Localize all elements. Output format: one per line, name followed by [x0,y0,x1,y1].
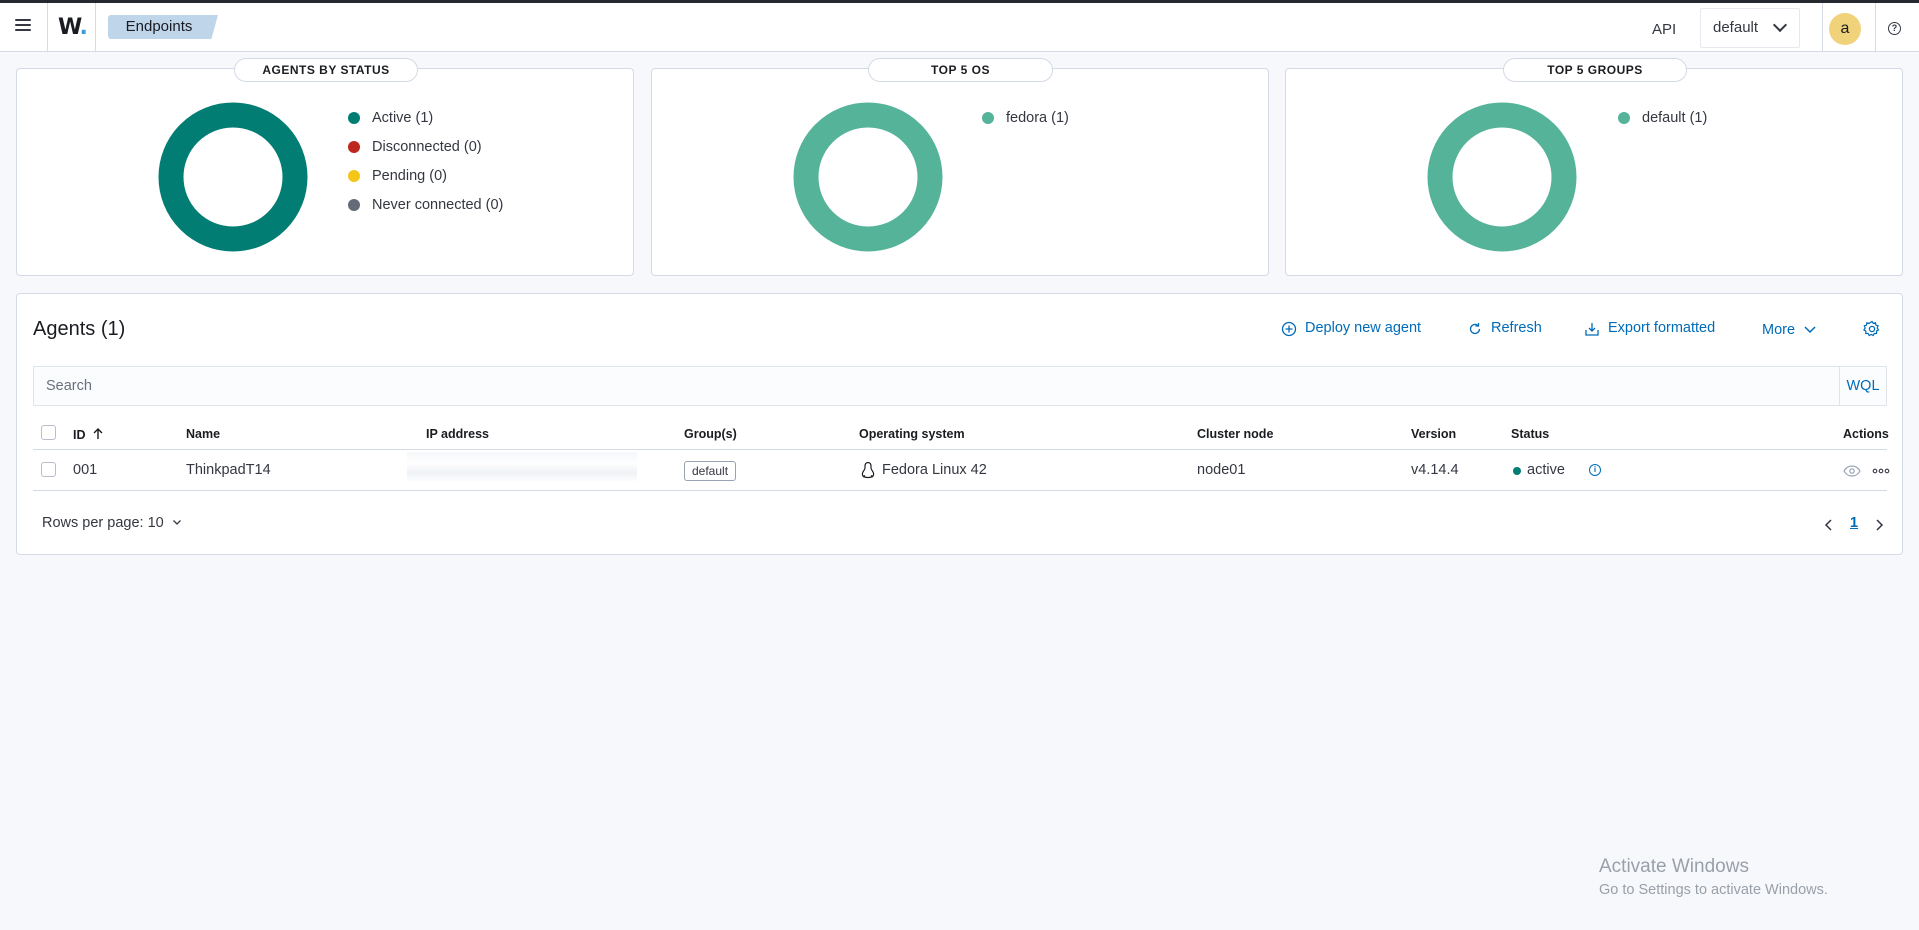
sort-ascending-icon [93,428,103,439]
legend-item-active[interactable]: Active (1) [348,109,503,138]
card-title: TOP 5 OS [868,58,1053,82]
plus-circle-icon [1281,321,1297,337]
table-row[interactable]: 001 ThinkpadT14 default Fedora Linux 42 … [33,450,1890,491]
rows-per-page-select[interactable]: Rows per page: 10 [42,515,181,531]
column-name[interactable]: Name [186,427,220,441]
next-page-icon[interactable] [1873,518,1885,532]
header-divider [47,3,48,52]
info-icon[interactable]: i [1589,464,1601,476]
top-os-card: TOP 5 OS fedora (1) [651,58,1269,276]
legend-swatch [982,112,994,124]
header-divider [1875,3,1876,52]
ring-default [1427,102,1577,252]
gear-icon[interactable] [1863,320,1881,338]
legend-swatch [348,112,360,124]
legend-item-disconnected[interactable]: Disconnected (0) [348,138,503,167]
help-icon[interactable]: ? [1888,22,1901,35]
column-status[interactable]: Status [1511,427,1549,441]
chevron-down-icon [1772,17,1788,33]
linux-icon [861,461,875,479]
ring-active [158,102,308,252]
legend-item-default[interactable]: default (1) [1618,109,1707,138]
environment-value: default [1713,19,1759,36]
cell-operating-system: Fedora Linux 42 [882,462,987,478]
column-version[interactable]: Version [1411,427,1456,441]
search-input[interactable] [34,367,1839,405]
header-divider [1822,3,1823,52]
cell-name: ThinkpadT14 [186,462,271,478]
card-title: AGENTS BY STATUS [234,58,418,82]
select-all-checkbox[interactable] [41,425,56,440]
legend-item-never-connected[interactable]: Never connected (0) [348,196,503,225]
column-ip-address[interactable]: IP address [426,427,489,441]
more-button[interactable]: More [1762,320,1816,338]
status-dot [1513,467,1521,475]
legend-swatch [348,199,360,211]
os-legend: fedora (1) [982,109,1069,138]
environment-select[interactable]: default [1700,8,1800,48]
cell-id: 001 [73,462,98,478]
card-title: TOP 5 GROUPS [1503,58,1687,82]
export-icon [1585,323,1599,336]
watermark-subtitle: Go to Settings to activate Windows. [1599,882,1828,898]
eye-icon[interactable] [1843,464,1861,478]
menu-icon[interactable] [10,16,36,38]
legend-swatch [348,170,360,182]
app-logo[interactable]: W. [58,15,88,40]
page-number-button[interactable]: 1 [1850,515,1858,531]
user-avatar[interactable]: a [1829,13,1861,45]
refresh-button[interactable]: Refresh [1467,320,1542,336]
groups-legend: default (1) [1618,109,1707,138]
status-legend: Active (1) Disconnected (0) Pending (0) … [348,109,503,225]
group-badge[interactable]: default [684,461,737,481]
redacted-ip-address [407,452,637,490]
cell-cluster-node: node01 [1197,462,1246,478]
header-divider [95,3,96,52]
legend-item-fedora[interactable]: fedora (1) [982,109,1069,138]
row-checkbox[interactable] [41,462,56,477]
column-cluster-node[interactable]: Cluster node [1197,427,1273,441]
legend-swatch [348,141,360,153]
table-header: ID Name IP address Group(s) Operating sy… [33,416,1889,450]
previous-page-icon[interactable] [1823,518,1835,532]
deploy-new-agent-button[interactable]: Deploy new agent [1281,320,1421,337]
api-selector[interactable]: API [1652,21,1676,38]
column-groups[interactable]: Group(s) [684,427,737,441]
status-donut-chart [158,102,308,252]
search-bar: WQL [33,366,1887,406]
cell-version: v4.14.4 [1411,462,1459,478]
more-actions-icon[interactable] [1872,468,1890,474]
column-actions: Actions [1843,427,1889,441]
ring-fedora [793,102,943,252]
breadcrumb-endpoints[interactable]: Endpoints [108,15,218,39]
legend-swatch [1618,112,1630,124]
watermark-title: Activate Windows [1599,856,1749,877]
wql-toggle[interactable]: WQL [1839,367,1886,405]
top-groups-card: TOP 5 GROUPS default (1) [1285,58,1903,276]
os-donut-chart [793,102,943,252]
agents-panel: Agents (1) Deploy new agent Refresh Expo… [16,293,1903,555]
export-formatted-button[interactable]: Export formatted [1584,320,1715,336]
chevron-down-icon [1804,326,1816,334]
legend-item-pending[interactable]: Pending (0) [348,167,503,196]
chevron-down-icon [172,520,181,525]
groups-donut-chart [1427,102,1577,252]
agents-title: Agents (1) [33,318,126,340]
agents-by-status-card: AGENTS BY STATUS Active (1) Disconnected… [16,58,634,276]
column-operating-system[interactable]: Operating system [859,427,965,441]
column-id[interactable]: ID [73,427,103,442]
cell-status: active [1527,462,1565,478]
activate-windows-watermark: Activate Windows Go to Settings to activ… [1599,856,1828,898]
refresh-icon [1469,323,1481,335]
top-header: W. Endpoints API default a ? [0,3,1919,52]
